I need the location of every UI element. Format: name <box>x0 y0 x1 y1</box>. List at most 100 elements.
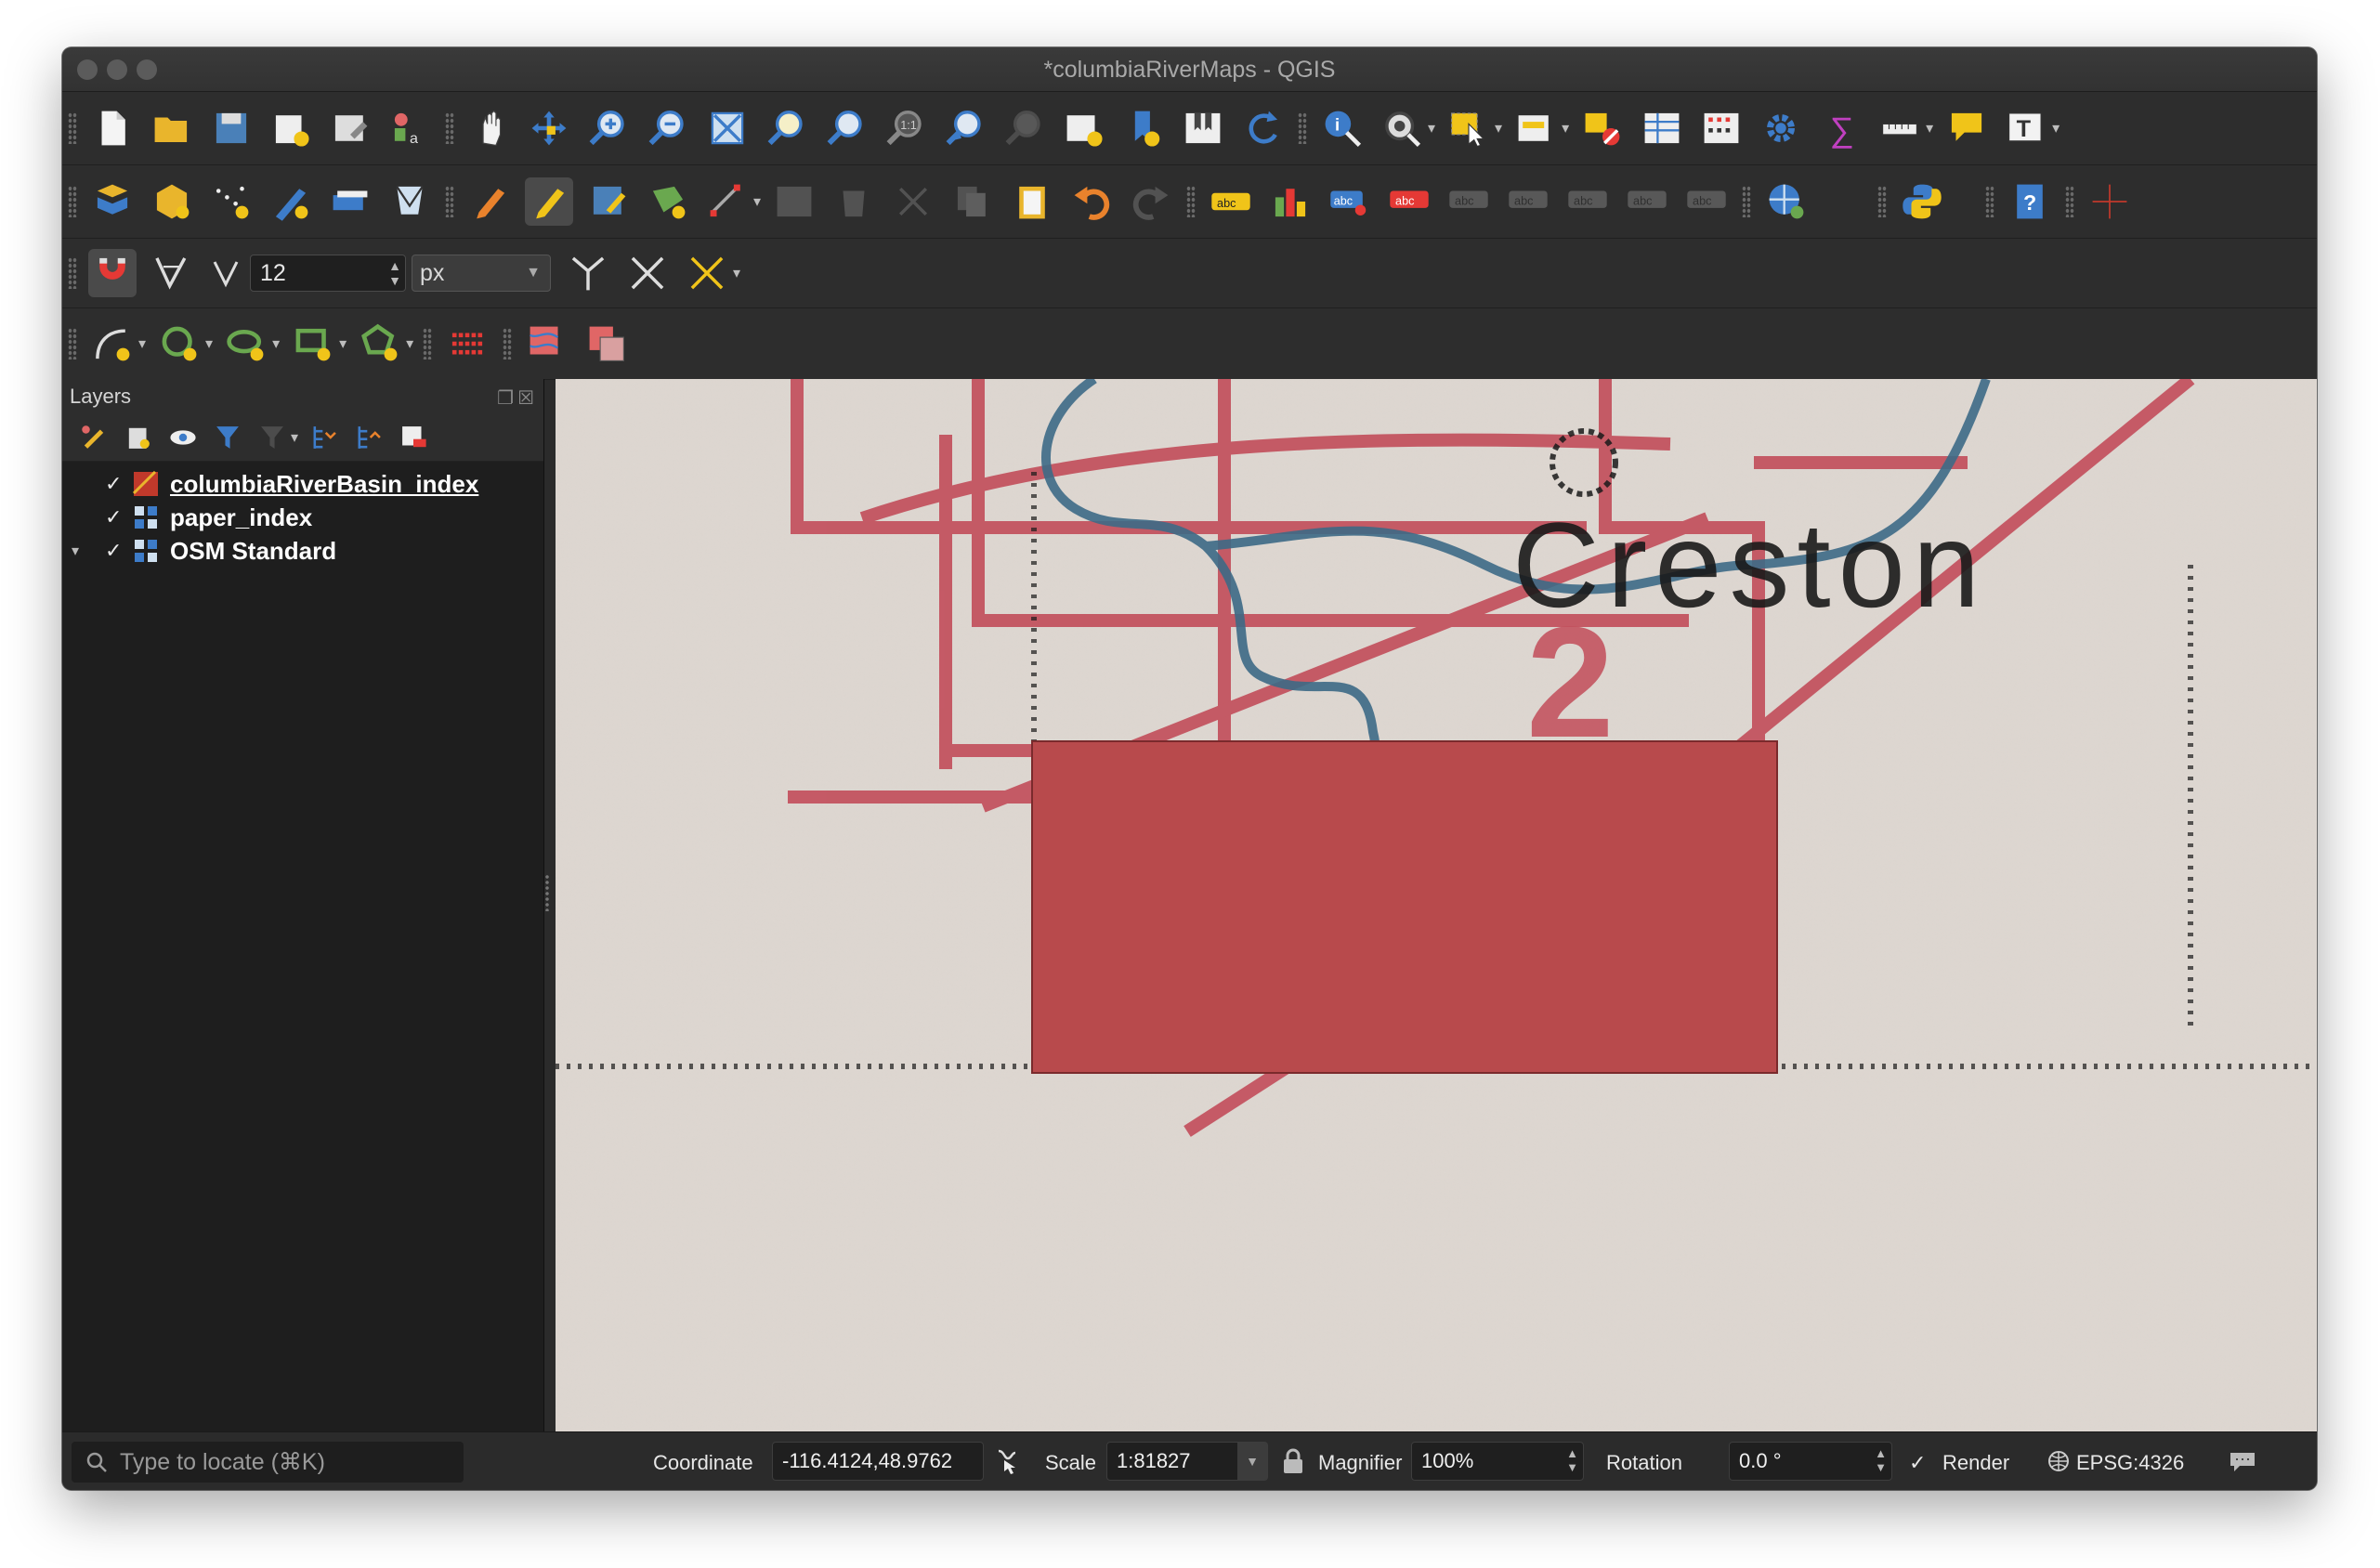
zoom-out-icon[interactable] <box>644 104 692 152</box>
save-layer-edits-icon[interactable] <box>584 177 633 226</box>
spin-arrows-icon[interactable]: ▲ ▼ <box>1566 1446 1578 1474</box>
map-tips-icon[interactable] <box>1942 104 1991 152</box>
self-snapping-icon[interactable] <box>683 249 731 297</box>
new-temporary-layer-icon[interactable] <box>207 177 255 226</box>
zoom-last-icon[interactable] <box>941 104 989 152</box>
raster-map-icon[interactable] <box>523 320 571 368</box>
processing-toolbox-icon[interactable] <box>1757 104 1805 152</box>
add-rectangle-icon[interactable] <box>289 320 337 368</box>
layer-visibility-checkbox[interactable]: ✓ <box>105 539 133 563</box>
toolbar-handle[interactable] <box>68 328 77 359</box>
data-source-manager-icon[interactable] <box>88 177 137 226</box>
zoom-native-resolution-icon[interactable]: 1:1 <box>882 104 930 152</box>
layer-item-paper-index[interactable]: ✓ paper_index <box>62 501 543 534</box>
coordinate-field[interactable]: -116.4124,48.9762 <box>772 1442 984 1481</box>
collapse-all-icon[interactable] <box>350 419 387 456</box>
new-print-layout-icon[interactable] <box>267 104 315 152</box>
locator-search-field[interactable]: Type to locate (⌘K) <box>72 1442 464 1483</box>
snapping-tolerance-input[interactable]: 12 ▲ ▼ <box>250 255 406 292</box>
open-layer-styling-icon[interactable] <box>75 419 112 456</box>
toolbar-handle[interactable] <box>503 328 513 359</box>
copy-features-icon[interactable] <box>948 177 997 226</box>
move-label-icon[interactable]: abc <box>1445 177 1493 226</box>
layer-visibility-checkbox[interactable]: ✓ <box>105 505 133 529</box>
zoom-to-selection-icon[interactable] <box>763 104 811 152</box>
zoom-to-layer-icon[interactable] <box>822 104 870 152</box>
expand-all-icon[interactable] <box>306 419 343 456</box>
rotate-label-icon[interactable]: abc <box>1504 177 1552 226</box>
label-properties-icon[interactable]: abc <box>1682 177 1731 226</box>
remove-layer-icon[interactable] <box>395 419 432 456</box>
scale-combobox[interactable]: 1:81827 ▼ <box>1106 1442 1268 1481</box>
style-manager-icon[interactable]: a <box>386 104 434 152</box>
save-project-icon[interactable] <box>207 104 255 152</box>
toolbar-handle[interactable] <box>1742 186 1752 217</box>
layer-visibility-checkbox[interactable]: ✓ <box>105 472 133 496</box>
pan-map-icon[interactable] <box>465 104 514 152</box>
expand-arrow-icon[interactable]: ▾ <box>72 542 92 560</box>
measure-line-icon[interactable] <box>1876 104 1924 152</box>
toolbar-handle[interactable] <box>2065 186 2075 217</box>
zoom-full-icon[interactable] <box>703 104 752 152</box>
toolbar-handle[interactable] <box>68 112 77 144</box>
toolbar-handle[interactable] <box>68 186 77 217</box>
help-icon[interactable]: ? <box>2006 177 2054 226</box>
deselect-features-icon[interactable] <box>1578 104 1627 152</box>
toolbar-handle[interactable] <box>1298 112 1307 144</box>
run-feature-action-icon[interactable] <box>1378 104 1426 152</box>
snap-to-vertex-icon[interactable] <box>207 249 244 297</box>
raster-mosaic-icon[interactable] <box>582 320 631 368</box>
vertex-tool-icon[interactable] <box>703 177 752 226</box>
open-project-icon[interactable] <box>148 104 196 152</box>
text-annotation-icon[interactable]: T <box>2002 104 2050 152</box>
lock-scale-icon[interactable] <box>1281 1447 1305 1475</box>
enable-snapping-icon[interactable] <box>88 249 137 297</box>
add-group-icon[interactable] <box>120 419 157 456</box>
spin-arrows-icon[interactable]: ▲ ▼ <box>388 258 401 288</box>
filter-legend-icon[interactable] <box>209 419 246 456</box>
new-project-icon[interactable] <box>88 104 137 152</box>
rotation-spinbox[interactable]: 0.0 ° ▲ ▼ <box>1729 1442 1892 1481</box>
messages-icon[interactable] <box>2229 1449 2256 1473</box>
undo-icon[interactable] <box>1067 177 1116 226</box>
layer-item-osm-standard[interactable]: ▾ ✓ OSM Standard <box>62 534 543 568</box>
cut-features-icon[interactable] <box>889 177 937 226</box>
zoom-next-icon[interactable] <box>1000 104 1049 152</box>
toolbar-handle[interactable] <box>1186 186 1197 217</box>
crs-button[interactable]: EPSG:4326 <box>2076 1451 2184 1475</box>
attribute-table-icon[interactable] <box>1638 104 1686 152</box>
refresh-icon[interactable] <box>1238 104 1287 152</box>
show-hide-labels-icon[interactable]: abc <box>1623 177 1671 226</box>
modify-attributes-icon[interactable] <box>770 177 818 226</box>
identify-features-icon[interactable]: i <box>1318 104 1367 152</box>
layout-manager-icon[interactable] <box>326 104 374 152</box>
toggle-editing-icon[interactable] <box>525 177 573 226</box>
snapping-on-intersection-icon[interactable] <box>623 249 672 297</box>
add-circle-icon[interactable] <box>155 320 203 368</box>
select-features-icon[interactable] <box>1445 104 1493 152</box>
render-checkbox[interactable]: ✓ <box>1909 1451 1926 1475</box>
georeferencer-icon[interactable] <box>443 320 491 368</box>
toolbar-handle[interactable] <box>445 186 454 217</box>
redo-icon[interactable] <box>1127 177 1175 226</box>
python-console-icon[interactable] <box>1898 177 1946 226</box>
magnifier-spinbox[interactable]: 100% ▲ ▼ <box>1411 1442 1584 1481</box>
toolbar-handle[interactable] <box>445 112 454 144</box>
add-circular-string-icon[interactable] <box>88 320 137 368</box>
highlight-pinned-labels-icon[interactable]: abc <box>1385 177 1433 226</box>
topological-editing-icon[interactable] <box>564 249 612 297</box>
toolbar-handle[interactable] <box>1877 186 1888 217</box>
snapping-unit-select[interactable]: px ▼ <box>412 255 551 292</box>
pin-labels-icon[interactable]: abc <box>1326 177 1374 226</box>
add-wms-layer-icon[interactable] <box>1762 177 1811 226</box>
current-edits-icon[interactable] <box>465 177 514 226</box>
field-calculator-icon[interactable] <box>1697 104 1746 152</box>
layer-labeling-icon[interactable]: abc <box>1207 177 1255 226</box>
pan-to-selection-icon[interactable] <box>525 104 573 152</box>
selected-feature-rectangle[interactable] <box>1031 740 1778 1074</box>
snapping-type-icon[interactable] <box>148 249 196 297</box>
new-geopackage-layer-icon[interactable] <box>148 177 196 226</box>
toolbar-handle[interactable] <box>1985 186 1995 217</box>
layer-diagram-icon[interactable] <box>1266 177 1314 226</box>
map-canvas[interactable]: Creston 2 <box>556 379 2317 1431</box>
